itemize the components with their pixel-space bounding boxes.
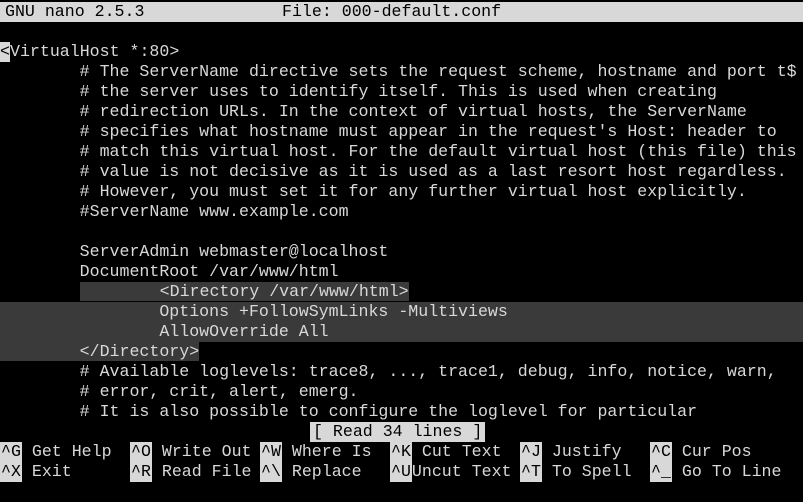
nano-version: GNU nano 2.5.3	[5, 2, 145, 21]
editor-line-selected[interactable]: </Directory>	[0, 342, 803, 362]
shortcut-label: Go To Line	[681, 462, 782, 481]
shortcut-label: Read File	[161, 462, 252, 481]
terminal-window: GNU nano 2.5.3 File: 000-default.conf <V…	[0, 0, 803, 502]
editor-line-selected[interactable]: Options +FollowSymLinks -Multiviews	[0, 302, 803, 322]
shortcut-key: ^J	[520, 442, 542, 462]
shortcut-key: ^X	[0, 462, 22, 482]
shortcut-key: ^C	[650, 442, 672, 462]
shortcut-write-out[interactable]: ^O Write Out	[130, 442, 252, 462]
shortcut-key: ^G	[0, 442, 22, 462]
editor-line[interactable]: ServerAdmin webmaster@localhost	[0, 242, 803, 262]
shortcut-label: Get Help	[31, 442, 112, 461]
shortcut-label: To Spell	[551, 462, 632, 481]
shortcut-label: Cur Pos	[681, 442, 752, 461]
editor-line[interactable]: # The ServerName directive sets the requ…	[0, 62, 803, 82]
shortcut-key: ^\	[260, 462, 282, 482]
editor-line[interactable]: # It is also possible to configure the l…	[0, 402, 803, 422]
shortcut-justify[interactable]: ^J Justify	[520, 442, 622, 462]
editor-line-selected[interactable]: <Directory /var/www/html>	[0, 282, 803, 302]
shortcut-label: Where Is	[291, 442, 372, 461]
editor-line[interactable]: DocumentRoot /var/www/html	[0, 262, 803, 282]
shortcut-label: Justify	[551, 442, 622, 461]
shortcut-key: ^U	[390, 462, 412, 482]
shortcut-exit[interactable]: ^X Exit	[0, 462, 72, 482]
selected-text: <Directory /var/www/html>	[80, 282, 409, 301]
shortcut-key: ^T	[520, 462, 542, 482]
shortcut-label: Uncut Text	[411, 462, 512, 481]
editor-line[interactable]	[0, 222, 803, 242]
shortcut-cut-text[interactable]: ^K Cut Text	[390, 442, 502, 462]
shortcut-label: Write Out	[161, 442, 252, 461]
editor-line[interactable]: # redirection URLs. In the context of vi…	[0, 102, 803, 122]
shortcut-where-is[interactable]: ^W Where Is	[260, 442, 372, 462]
editor-line[interactable]: #ServerName www.example.com	[0, 202, 803, 222]
shortcut-label: Cut Text	[421, 442, 502, 461]
shortcut-key: ^_	[650, 462, 672, 482]
file-name: File: 000-default.conf	[282, 2, 502, 21]
shortcut-get-help[interactable]: ^G Get Help	[0, 442, 112, 462]
shortcut-key: ^O	[130, 442, 152, 462]
selected-text: </Directory>	[0, 342, 200, 361]
editor-line[interactable]: # specifies what hostname must appear in…	[0, 122, 803, 142]
shortcut-to-spell[interactable]: ^T To Spell	[520, 462, 632, 482]
shortcut-key: ^R	[130, 462, 152, 482]
editor-line[interactable]: # match this virtual host. For the defau…	[0, 142, 803, 162]
shortcut-key: ^K	[390, 442, 412, 462]
editor-line[interactable]: # the server uses to identify itself. Th…	[0, 82, 803, 102]
shortcut-replace[interactable]: ^\ Replace	[260, 462, 362, 482]
text-cursor: <	[0, 42, 10, 62]
line-text: VirtualHost *:80>	[10, 42, 180, 61]
editor-line[interactable]: # error, crit, alert, emerg.	[0, 382, 803, 402]
editor-line[interactable]: # Available loglevels: trace8, ..., trac…	[0, 362, 803, 382]
shortcut-key: ^W	[260, 442, 282, 462]
shortcut-label: Exit	[31, 462, 72, 481]
shortcut-go-to-line[interactable]: ^_ Go To Line	[650, 462, 781, 482]
shortcut-cur-pos[interactable]: ^C Cur Pos	[650, 442, 752, 462]
editor-line[interactable]: # value is not decisive as it is used as…	[0, 162, 803, 182]
shortcut-label: Replace	[291, 462, 362, 481]
shortcut-uncut-text[interactable]: ^UUncut Text	[390, 462, 512, 482]
title-bar: GNU nano 2.5.3 File: 000-default.conf	[0, 2, 803, 22]
editor-line[interactable]: <VirtualHost *:80>	[0, 42, 803, 62]
status-message: [ Read 34 lines ]	[310, 422, 486, 442]
shortcut-read-file[interactable]: ^R Read File	[130, 462, 252, 482]
editor-line[interactable]: # However, you must set it for any furth…	[0, 182, 803, 202]
editor-line-selected[interactable]: AllowOverride All	[0, 322, 803, 342]
